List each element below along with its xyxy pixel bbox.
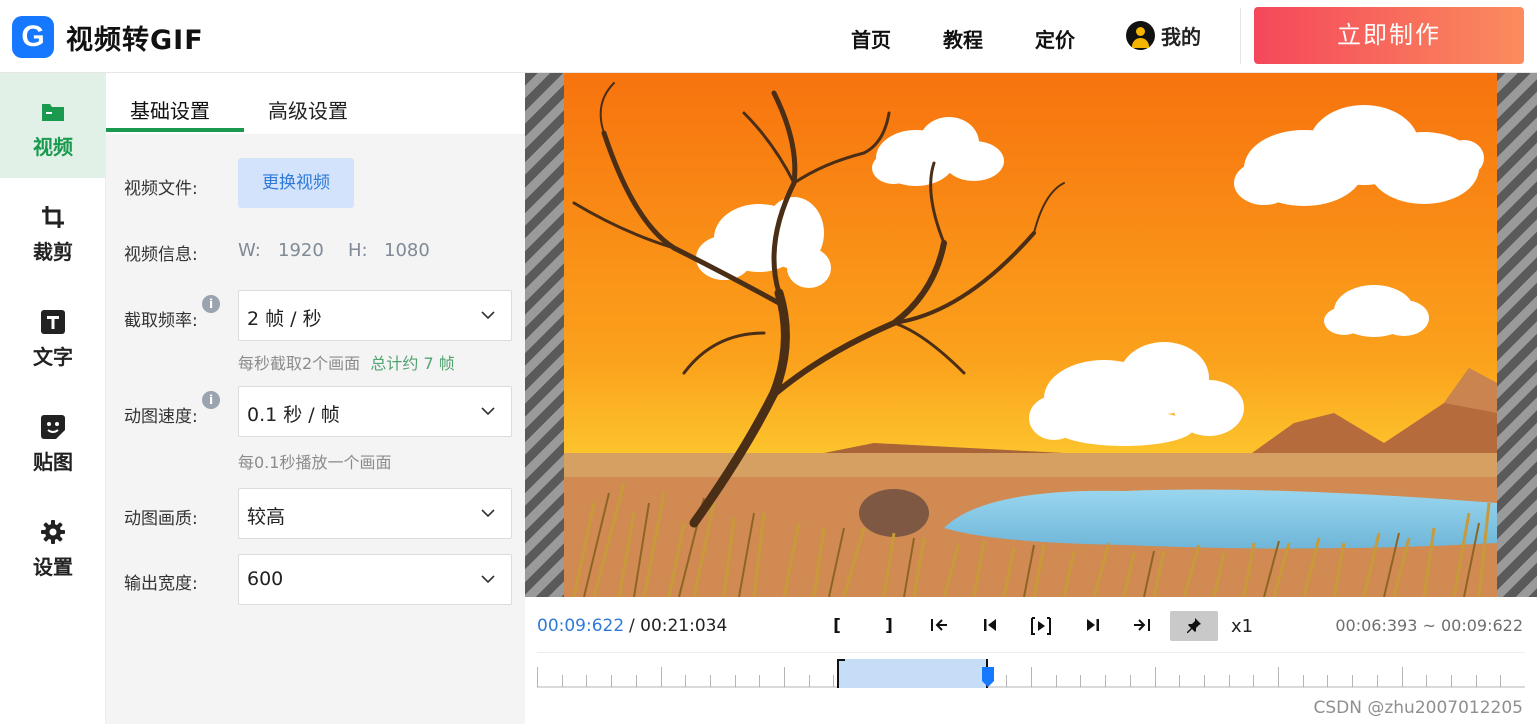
chevron-down-icon [481,575,495,584]
jump-to-end-button[interactable] [1125,611,1159,641]
step-forward-icon [1087,619,1099,631]
selection-range: 00:06:393 ~ 00:09:622 [1335,616,1523,635]
video-stage [525,73,1537,597]
nav-home[interactable]: 首页 [851,24,891,53]
frame-rate-value: 2 帧 / 秒 [247,308,322,330]
total-time: / 00:21:034 [629,616,728,636]
width-value: 1920 [278,240,324,261]
sidebar-item-label: 裁剪 [33,240,73,264]
tool-sidebar: 视频 裁剪 文字 贴图 设置 [0,73,106,724]
tab-advanced-settings[interactable]: 高级设置 [268,95,348,124]
current-time: 00:09:622 [537,616,625,636]
video-frame-image [564,73,1497,597]
active-tab-indicator [106,128,244,132]
output-width-select[interactable]: 600 [238,554,512,605]
mark-out-button[interactable]: ] [872,611,906,641]
timeline-selection[interactable] [837,659,988,688]
playhead-handle[interactable] [980,665,996,689]
quality-label: 动图画质: [124,509,198,529]
sidebar-item-video[interactable]: 视频 [0,73,106,178]
speed-value: 0.1 秒 / 帧 [247,404,340,426]
jump-to-mark-out-icon [1134,619,1150,631]
nav-user[interactable]: 我的 [1126,21,1201,50]
nav-user-label: 我的 [1161,25,1201,49]
output-width-label: 输出宽度: [124,574,198,594]
sidebar-item-crop[interactable]: 裁剪 [0,178,106,283]
prev-frame-button[interactable] [974,611,1008,641]
speed-label: 动图速度: [124,407,198,427]
pin-button[interactable] [1170,611,1218,641]
speed-hint: 每0.1秒播放一个画面 [238,453,392,472]
pin-icon [1187,618,1201,633]
speed-select[interactable]: 0.1 秒 / 帧 [238,386,512,437]
height-label: H: [348,240,368,261]
tab-basic-settings[interactable]: 基础设置 [130,95,210,124]
timeline-divider [537,652,1525,653]
nav-pricing[interactable]: 定价 [1035,24,1075,53]
player-controls: 00:09:622 / 00:21:034 [ ] x1 00:06:393 ~… [525,597,1537,724]
next-frame-button[interactable] [1075,611,1109,641]
quality-value: 较高 [247,506,286,528]
watermark: CSDN @zhu2007012205 [1313,698,1523,718]
video-info-label: 视频信息: [124,245,198,265]
sidebar-item-label: 视频 [33,135,73,159]
output-width-value: 600 [247,568,284,590]
folder-icon [42,104,64,121]
chevron-down-icon [481,407,495,416]
app-title[interactable]: 视频转GIF [66,18,204,57]
mark-in-button[interactable]: [ [820,611,854,641]
chevron-down-icon [481,311,495,320]
width-label: W: [238,240,261,261]
sidebar-item-text[interactable]: 文字 [0,283,106,388]
sidebar-item-label: 设置 [33,555,73,579]
jump-to-mark-in-icon [931,619,947,631]
replace-video-button[interactable]: 更换视频 [238,158,354,208]
sticker-icon [41,415,65,439]
quality-select[interactable]: 较高 [238,488,512,539]
height-value: 1080 [384,240,430,261]
header-divider [1240,8,1241,64]
gear-icon [41,520,65,544]
jump-to-start-button[interactable] [922,611,956,641]
video-frame[interactable] [564,73,1497,597]
settings-panel: 基础设置 高级设置 视频文件: 更换视频 视频信息: W: 1920 H: 10… [106,73,525,724]
play-selection-button[interactable] [1024,611,1058,641]
speed-info-icon[interactable]: i [202,391,220,409]
frame-rate-label: 截取频率: [124,311,198,331]
sidebar-item-label: 文字 [33,345,73,369]
create-now-button[interactable]: 立即制作 [1254,7,1524,64]
frame-rate-info-icon[interactable]: i [202,295,220,313]
sidebar-item-settings[interactable]: 设置 [0,493,106,598]
step-back-icon [984,619,996,631]
video-file-label: 视频文件: [124,179,198,199]
settings-tabs: 基础设置 高级设置 [106,73,525,134]
playback-speed[interactable]: x1 [1231,616,1253,637]
text-icon [41,310,65,334]
chevron-down-icon [481,509,495,518]
play-range-icon [1031,617,1051,635]
total-frames: 总计约 7 帧 [370,354,455,373]
sidebar-item-sticker[interactable]: 贴图 [0,388,106,493]
frame-rate-hint: 每秒截取2个画面 总计约 7 帧 [238,354,455,373]
sidebar-item-label: 贴图 [33,450,73,474]
user-avatar-icon [1126,21,1155,50]
crop-icon [42,206,64,228]
logo-icon[interactable]: G [12,16,54,58]
nav-tutorial[interactable]: 教程 [943,24,983,53]
timeline-ruler[interactable] [537,659,1525,691]
top-header: G 视频转GIF 首页 教程 定价 我的 立即制作 [0,0,1537,73]
frame-rate-select[interactable]: 2 帧 / 秒 [238,290,512,341]
